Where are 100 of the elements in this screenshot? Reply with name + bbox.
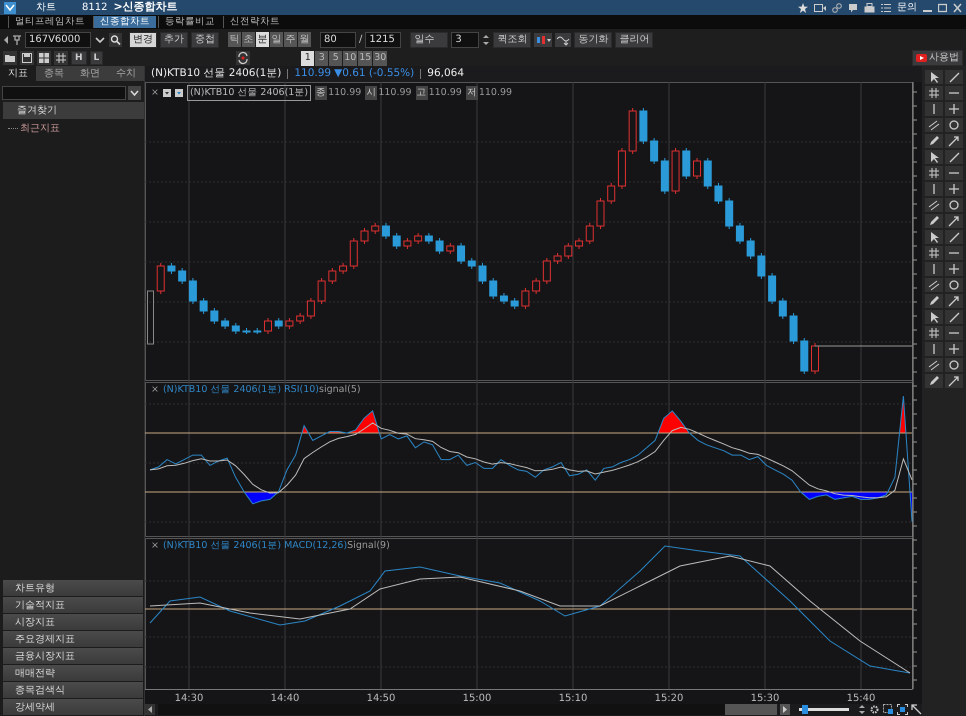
trend-channel-icon[interactable] [925, 358, 943, 372]
count-field[interactable]: 80 [320, 32, 356, 48]
refresh-icon[interactable] [236, 51, 250, 65]
chart-action-button[interactable]: 추가 [160, 32, 188, 48]
category-button[interactable]: 기술적지표 [3, 597, 143, 613]
grid-icon[interactable] [925, 86, 943, 100]
period-toggle[interactable]: 초 [242, 32, 255, 47]
menu-link[interactable]: 문의 [897, 0, 917, 15]
monitor-icon[interactable] [814, 2, 826, 12]
crosshair-icon[interactable] [945, 262, 963, 276]
save-icon[interactable] [20, 51, 34, 65]
period-toggle[interactable]: 주 [284, 32, 297, 47]
interval-toggle[interactable]: 30 [373, 50, 388, 66]
category-button[interactable]: 매매전략 [3, 665, 143, 681]
panel-tab[interactable]: 화면 [72, 66, 108, 81]
clear-button[interactable]: 클리어 [615, 32, 654, 48]
scroll-thumb[interactable] [725, 704, 777, 716]
range-value-field[interactable]: 3 [451, 32, 480, 48]
settings-icon[interactable] [869, 704, 880, 716]
indicator-search-field[interactable] [2, 86, 126, 100]
favorites-header[interactable]: 즐겨찾기 [3, 102, 144, 119]
interval-toggle[interactable]: 5 [329, 50, 342, 66]
reset-zoom-icon[interactable] [911, 704, 922, 716]
interval-toggle[interactable]: 3 [315, 50, 328, 66]
spinner-arrows-icon[interactable] [482, 32, 490, 46]
sync-button[interactable]: 동기화 [574, 32, 612, 48]
star-icon[interactable] [798, 2, 808, 12]
panel-tab[interactable]: 종목 [36, 66, 72, 81]
chart-action-button[interactable]: 변경 [129, 32, 157, 48]
panel-tab[interactable]: 수치 [108, 66, 144, 81]
ohlc-value: 110.99 [328, 86, 362, 100]
screen-tab[interactable]: 등락률비교 [158, 16, 221, 28]
period-toggle[interactable]: 월 [298, 32, 311, 47]
zoom-slider-thumb[interactable] [802, 705, 808, 714]
pencil-icon[interactable] [925, 134, 943, 148]
pencil-icon[interactable] [925, 374, 943, 388]
period-toggle[interactable]: 틱 [228, 32, 241, 47]
pencil-icon[interactable] [925, 214, 943, 228]
category-button[interactable]: 차트유형 [3, 580, 143, 596]
collapse-arrow-icon[interactable] [3, 34, 9, 46]
maximize-icon[interactable] [938, 2, 947, 12]
close-mark[interactable]: × [151, 538, 159, 553]
interval-toggle[interactable]: 15 [358, 50, 372, 66]
search-icon[interactable] [109, 32, 122, 46]
link-icon[interactable] [832, 2, 842, 12]
grid-icon[interactable] [925, 326, 943, 340]
fit-screen-icon[interactable] [897, 704, 908, 716]
grid-icon[interactable] [54, 51, 68, 65]
trend-channel-icon[interactable] [925, 118, 943, 132]
screen-tab[interactable]: 멀티프레임차트 [8, 16, 91, 28]
candle [167, 262, 176, 274]
category-button[interactable]: 주요경제지표 [3, 631, 143, 647]
screen-tab[interactable]: 신전략차트 [223, 16, 286, 28]
trend-channel-icon[interactable] [925, 198, 943, 212]
quick-lookup-button[interactable]: 퀵조회 [493, 32, 532, 48]
category-button[interactable]: 금융시장지표 [3, 648, 143, 664]
grid-icon[interactable] [925, 246, 943, 260]
help-button[interactable]: 사용법 [912, 50, 963, 66]
trend-channel-icon[interactable] [925, 278, 943, 292]
close-icon[interactable] [953, 2, 962, 12]
category-button[interactable]: 강세약세 [3, 699, 143, 715]
tree-item[interactable]: 최근지표 [0, 121, 144, 136]
chart-action-button[interactable]: 중첩 [191, 32, 219, 48]
candle-color-icon[interactable] [534, 32, 552, 46]
pin-icon[interactable] [12, 34, 22, 46]
window-title: >신종합차트 [113, 0, 178, 16]
crosshair-icon[interactable] [945, 182, 963, 196]
category-button[interactable]: 시장지표 [3, 614, 143, 630]
signal-name: Signal(9) [347, 538, 390, 553]
layout-icon[interactable] [37, 51, 51, 65]
scroll-right-icon[interactable] [780, 704, 790, 716]
zoom-slider[interactable] [799, 705, 849, 714]
scroll-left-icon[interactable] [145, 704, 155, 716]
crosshair-icon[interactable] [945, 342, 963, 356]
dropdown-caret-icon[interactable] [128, 86, 141, 100]
folder-icon[interactable] [3, 51, 17, 65]
price-line-button[interactable]: H [71, 51, 87, 65]
category-button[interactable]: 종목검색식 [3, 682, 143, 698]
period-toggle[interactable]: 일 [270, 32, 283, 47]
range-unit-dropdown[interactable]: 일수 [410, 32, 448, 48]
printer-icon[interactable] [864, 2, 875, 12]
interval-toggle[interactable]: 10 [343, 50, 358, 66]
period-toggle[interactable]: 분 [256, 32, 269, 47]
grid-icon[interactable] [925, 166, 943, 180]
time-label: 15:40 [846, 692, 876, 704]
close-mark[interactable]: × [151, 382, 159, 397]
pencil-icon[interactable] [925, 294, 943, 308]
interval-toggle[interactable]: 1 [301, 50, 314, 66]
spinner-arrows-icon[interactable] [858, 704, 866, 716]
close-mark[interactable]: × [151, 86, 159, 100]
crosshair-icon[interactable] [945, 102, 963, 116]
volume: 96,064 [427, 66, 464, 81]
symbol-code-field[interactable]: 167V6000 [25, 32, 91, 48]
price-line-button[interactable]: L [90, 51, 104, 65]
screen-tab[interactable]: 신종합차트 [93, 16, 156, 28]
zoom-area-icon[interactable] [883, 704, 894, 716]
total-field[interactable]: 1215 [365, 32, 402, 48]
list-icon[interactable] [881, 2, 891, 12]
candle [768, 272, 776, 304]
chat-bubble-icon[interactable] [848, 2, 858, 12]
